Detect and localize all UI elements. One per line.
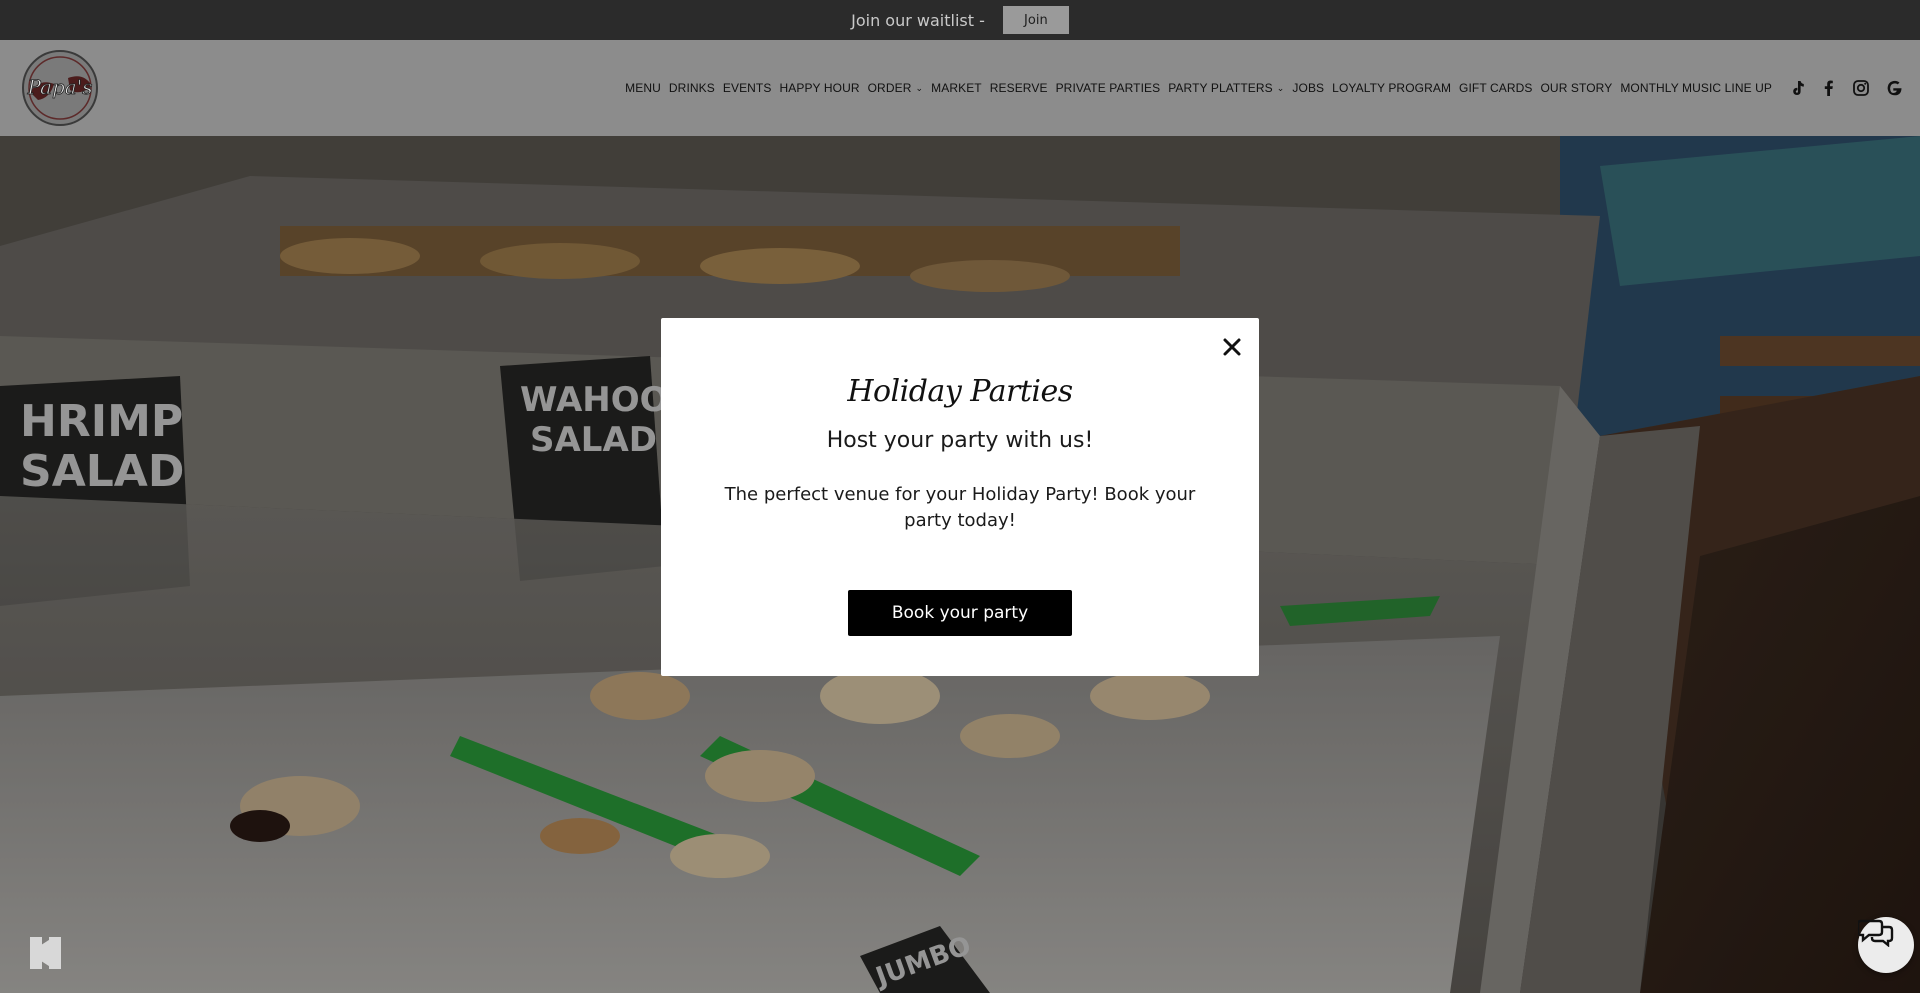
svg-text:Papa's: Papa's (27, 75, 93, 99)
facebook-icon[interactable] (1820, 79, 1838, 97)
close-icon[interactable] (1219, 334, 1245, 360)
modal-title: Holiday Parties (847, 374, 1073, 409)
nav-market[interactable]: MARKET (931, 81, 982, 95)
holiday-parties-modal: Holiday Parties Host your party with us!… (661, 318, 1259, 676)
modal-body: The perfect venue for your Holiday Party… (724, 484, 1196, 531)
chevron-down-icon: ⌄ (915, 82, 924, 93)
nav-our-story[interactable]: OUR STORY (1541, 81, 1613, 95)
nav-label: MONTHLY MUSIC LINE UP (1620, 81, 1772, 95)
nav-label: HAPPY HOUR (779, 81, 860, 95)
tiktok-icon[interactable] (1788, 79, 1806, 97)
nav-label: ORDER (867, 81, 912, 95)
nav-label: LOYALTY PROGRAM (1332, 81, 1452, 95)
nav-events[interactable]: EVENTS (723, 81, 772, 95)
book-party-button[interactable]: Book your party (848, 590, 1072, 636)
nav-label: JOBS (1292, 81, 1325, 95)
nav-private-parties[interactable]: PRIVATE PARTIES (1056, 81, 1161, 95)
nav-label: PARTY PLATTERS (1168, 81, 1273, 95)
nav-label: DRINKS (668, 81, 715, 95)
nav-monthly-music-line-up[interactable]: MONTHLY MUSIC LINE UP (1620, 81, 1772, 95)
nav-label: EVENTS (722, 81, 772, 95)
nav-label: MENU (625, 81, 661, 95)
papas-logo[interactable]: Papa's (10, 48, 110, 128)
nav-happy-hour[interactable]: HAPPY HOUR (779, 81, 859, 95)
nav-order[interactable]: ORDER ⌄ (868, 81, 924, 95)
nav-loyalty-program[interactable]: LOYALTY PROGRAM (1332, 81, 1451, 95)
instagram-icon[interactable] (1852, 79, 1870, 97)
modal-subtitle: Host your party with us! (826, 428, 1094, 453)
nav-label: GIFT CARDS (1459, 81, 1533, 95)
nav-label: MARKET (931, 81, 982, 95)
nav-reserve[interactable]: RESERVE (990, 81, 1048, 95)
video-controls (30, 937, 86, 969)
waitlist-bar: Join our waitlist - Join (0, 0, 1920, 40)
google-icon[interactable] (1884, 79, 1902, 97)
join-waitlist-button[interactable]: Join (1002, 6, 1069, 34)
nav-menu[interactable]: MENU (625, 81, 661, 95)
nav-party-platters[interactable]: PARTY PLATTERS ⌄ (1168, 81, 1284, 95)
nav-gift-cards[interactable]: GIFT CARDS (1459, 81, 1532, 95)
waitlist-text: Join our waitlist - (851, 10, 985, 30)
site-header: Papa's MENU DRINKS EVENTS HAPPY HOUR ORD… (0, 40, 1920, 136)
nav-jobs[interactable]: JOBS (1292, 81, 1324, 95)
nav-label: PRIVATE PARTIES (1055, 81, 1161, 95)
nav-label: OUR STORY (1540, 81, 1613, 95)
chevron-down-icon: ⌄ (1276, 82, 1285, 93)
main-nav: MENU DRINKS EVENTS HAPPY HOUR ORDER ⌄ MAR… (617, 40, 1772, 136)
nav-label: RESERVE (989, 81, 1048, 95)
social-links (1774, 40, 1902, 136)
chat-icon[interactable] (1858, 917, 1914, 973)
nav-drinks[interactable]: DRINKS (669, 81, 715, 95)
